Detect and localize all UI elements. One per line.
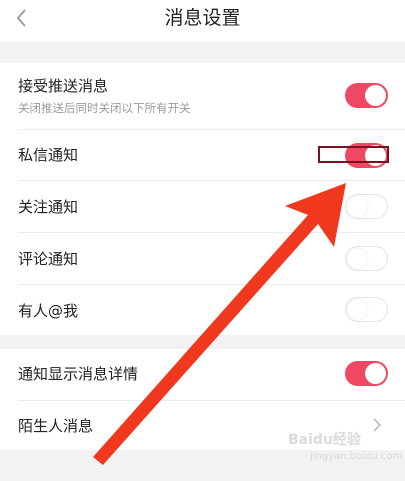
push-toggle[interactable] [345,83,388,108]
follow-label: 关注通知 [18,198,79,216]
notification-settings-group: 接受推送消息 关闭推送后同时关闭以下所有开关 私信通知 关注通知 评论通知 有人… [0,63,405,335]
mention-toggle[interactable] [345,297,388,322]
push-description: 关闭推送后同时关闭以下所有开关 [18,101,191,115]
watermark-url: jingyan.baidu.com [310,451,403,462]
stranger-row[interactable]: 陌生人消息 [0,401,405,450]
comment-toggle[interactable] [345,246,388,271]
push-label: 接受推送消息 [18,77,109,95]
page-title: 消息设置 [164,7,241,29]
toggle-knob [347,196,368,217]
stranger-label: 陌生人消息 [18,417,94,435]
follow-toggle[interactable] [345,194,388,219]
toggle-knob [347,248,368,269]
private-message-label: 私信通知 [18,146,79,164]
toggle-knob [365,363,386,384]
mention-label: 有人@我 [18,302,79,320]
private-message-toggle[interactable] [345,143,388,168]
private-message-row: 私信通知 [0,130,405,180]
toggle-knob [347,299,368,320]
toggle-knob [365,145,386,166]
message-display-group: 通知显示消息详情 陌生人消息 [0,349,405,450]
show-details-row: 通知显示消息详情 [0,349,405,400]
push-setting-row: 接受推送消息 关闭推送后同时关闭以下所有开关 [0,63,405,129]
show-details-label: 通知显示消息详情 [18,365,139,383]
comment-row: 评论通知 [0,233,405,284]
header: 消息设置 [0,0,405,42]
show-details-toggle[interactable] [345,361,388,386]
follow-row: 关注通知 [0,181,405,232]
chevron-right-icon[interactable] [372,417,382,433]
toggle-knob [365,85,386,106]
comment-label: 评论通知 [18,250,79,268]
mention-row: 有人@我 [0,285,405,335]
